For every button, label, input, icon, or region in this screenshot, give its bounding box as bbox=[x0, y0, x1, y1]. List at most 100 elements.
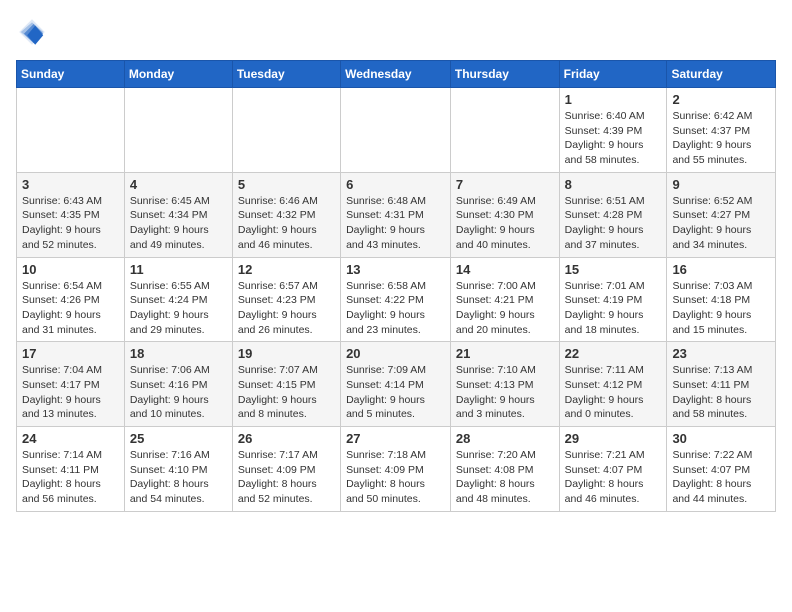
calendar-cell: 24 Sunrise: 7:14 AM Sunset: 4:11 PM Dayli… bbox=[17, 427, 125, 512]
calendar-cell: 20 Sunrise: 7:09 AM Sunset: 4:14 PM Dayli… bbox=[341, 342, 451, 427]
day-number: 6 bbox=[346, 177, 445, 192]
calendar-cell: 18 Sunrise: 7:06 AM Sunset: 4:16 PM Dayli… bbox=[124, 342, 232, 427]
day-number: 22 bbox=[565, 346, 662, 361]
calendar-week-5: 24 Sunrise: 7:14 AM Sunset: 4:11 PM Dayli… bbox=[17, 427, 776, 512]
day-info: Sunrise: 7:20 AM Sunset: 4:08 PM Dayligh… bbox=[456, 448, 554, 507]
calendar-cell: 6 Sunrise: 6:48 AM Sunset: 4:31 PM Daylig… bbox=[341, 172, 451, 257]
day-number: 5 bbox=[238, 177, 335, 192]
day-info: Sunrise: 7:00 AM Sunset: 4:21 PM Dayligh… bbox=[456, 279, 554, 338]
day-info: Sunrise: 6:46 AM Sunset: 4:32 PM Dayligh… bbox=[238, 194, 335, 253]
calendar-cell: 2 Sunrise: 6:42 AM Sunset: 4:37 PM Daylig… bbox=[667, 88, 776, 173]
day-info: Sunrise: 7:17 AM Sunset: 4:09 PM Dayligh… bbox=[238, 448, 335, 507]
calendar-cell: 26 Sunrise: 7:17 AM Sunset: 4:09 PM Dayli… bbox=[232, 427, 340, 512]
calendar-cell: 11 Sunrise: 6:55 AM Sunset: 4:24 PM Dayli… bbox=[124, 257, 232, 342]
calendar-cell: 7 Sunrise: 6:49 AM Sunset: 4:30 PM Daylig… bbox=[450, 172, 559, 257]
calendar-cell: 9 Sunrise: 6:52 AM Sunset: 4:27 PM Daylig… bbox=[667, 172, 776, 257]
calendar-cell: 4Sunrise: 6:45 AM Sunset: 4:34 PM Daylig… bbox=[124, 172, 232, 257]
day-info: Sunrise: 7:01 AM Sunset: 4:19 PM Dayligh… bbox=[565, 279, 662, 338]
day-info: Sunrise: 6:54 AM Sunset: 4:26 PM Dayligh… bbox=[22, 279, 119, 338]
day-number: 3 bbox=[22, 177, 119, 192]
day-number: 27 bbox=[346, 431, 445, 446]
day-info: Sunrise: 6:40 AM Sunset: 4:39 PM Dayligh… bbox=[565, 109, 662, 168]
day-info: Sunrise: 6:48 AM Sunset: 4:31 PM Dayligh… bbox=[346, 194, 445, 253]
day-number: 26 bbox=[238, 431, 335, 446]
calendar-cell: 17 Sunrise: 7:04 AM Sunset: 4:17 PM Dayli… bbox=[17, 342, 125, 427]
calendar-cell bbox=[17, 88, 125, 173]
calendar-cell: 27 Sunrise: 7:18 AM Sunset: 4:09 PM Dayli… bbox=[341, 427, 451, 512]
day-info: Sunrise: 7:04 AM Sunset: 4:17 PM Dayligh… bbox=[22, 363, 119, 422]
day-number: 19 bbox=[238, 346, 335, 361]
day-number: 11 bbox=[130, 262, 227, 277]
day-info: Sunrise: 7:03 AM Sunset: 4:18 PM Dayligh… bbox=[672, 279, 770, 338]
calendar-cell: 14Sunrise: 7:00 AM Sunset: 4:21 PM Dayli… bbox=[450, 257, 559, 342]
page-header bbox=[16, 16, 776, 48]
day-number: 30 bbox=[672, 431, 770, 446]
day-number: 21 bbox=[456, 346, 554, 361]
day-info: Sunrise: 6:52 AM Sunset: 4:27 PM Dayligh… bbox=[672, 194, 770, 253]
calendar-week-1: 1 Sunrise: 6:40 AM Sunset: 4:39 PM Daylig… bbox=[17, 88, 776, 173]
calendar-cell: 29 Sunrise: 7:21 AM Sunset: 4:07 PM Dayli… bbox=[559, 427, 667, 512]
day-number: 20 bbox=[346, 346, 445, 361]
calendar-cell: 23 Sunrise: 7:13 AM Sunset: 4:11 PM Dayli… bbox=[667, 342, 776, 427]
day-info: Sunrise: 7:18 AM Sunset: 4:09 PM Dayligh… bbox=[346, 448, 445, 507]
day-info: Sunrise: 7:06 AM Sunset: 4:16 PM Dayligh… bbox=[130, 363, 227, 422]
calendar-cell: 28Sunrise: 7:20 AM Sunset: 4:08 PM Dayli… bbox=[450, 427, 559, 512]
day-info: Sunrise: 7:09 AM Sunset: 4:14 PM Dayligh… bbox=[346, 363, 445, 422]
day-info: Sunrise: 7:21 AM Sunset: 4:07 PM Dayligh… bbox=[565, 448, 662, 507]
calendar-cell: 21Sunrise: 7:10 AM Sunset: 4:13 PM Dayli… bbox=[450, 342, 559, 427]
calendar-cell bbox=[450, 88, 559, 173]
day-header-tuesday: Tuesday bbox=[232, 61, 340, 88]
day-info: Sunrise: 7:13 AM Sunset: 4:11 PM Dayligh… bbox=[672, 363, 770, 422]
day-number: 8 bbox=[565, 177, 662, 192]
day-info: Sunrise: 6:57 AM Sunset: 4:23 PM Dayligh… bbox=[238, 279, 335, 338]
calendar-cell bbox=[232, 88, 340, 173]
day-header-saturday: Saturday bbox=[667, 61, 776, 88]
calendar-cell: 22Sunrise: 7:11 AM Sunset: 4:12 PM Dayli… bbox=[559, 342, 667, 427]
calendar-cell bbox=[341, 88, 451, 173]
day-number: 17 bbox=[22, 346, 119, 361]
day-info: Sunrise: 6:45 AM Sunset: 4:34 PM Dayligh… bbox=[130, 194, 227, 253]
day-number: 25 bbox=[130, 431, 227, 446]
calendar-cell: 8 Sunrise: 6:51 AM Sunset: 4:28 PM Daylig… bbox=[559, 172, 667, 257]
calendar-cell: 19Sunrise: 7:07 AM Sunset: 4:15 PM Dayli… bbox=[232, 342, 340, 427]
calendar-cell: 30 Sunrise: 7:22 AM Sunset: 4:07 PM Dayli… bbox=[667, 427, 776, 512]
day-info: Sunrise: 7:14 AM Sunset: 4:11 PM Dayligh… bbox=[22, 448, 119, 507]
day-info: Sunrise: 6:55 AM Sunset: 4:24 PM Dayligh… bbox=[130, 279, 227, 338]
day-header-wednesday: Wednesday bbox=[341, 61, 451, 88]
day-number: 15 bbox=[565, 262, 662, 277]
calendar-cell: 16 Sunrise: 7:03 AM Sunset: 4:18 PM Dayli… bbox=[667, 257, 776, 342]
day-number: 12 bbox=[238, 262, 335, 277]
day-info: Sunrise: 7:22 AM Sunset: 4:07 PM Dayligh… bbox=[672, 448, 770, 507]
calendar-cell: 5 Sunrise: 6:46 AM Sunset: 4:32 PM Daylig… bbox=[232, 172, 340, 257]
logo-icon bbox=[16, 16, 48, 48]
day-number: 9 bbox=[672, 177, 770, 192]
calendar-week-3: 10 Sunrise: 6:54 AM Sunset: 4:26 PM Dayli… bbox=[17, 257, 776, 342]
calendar-cell: 3 Sunrise: 6:43 AM Sunset: 4:35 PM Daylig… bbox=[17, 172, 125, 257]
calendar-table: SundayMondayTuesdayWednesdayThursdayFrid… bbox=[16, 60, 776, 512]
calendar-cell: 10 Sunrise: 6:54 AM Sunset: 4:26 PM Dayli… bbox=[17, 257, 125, 342]
calendar-cell: 25Sunrise: 7:16 AM Sunset: 4:10 PM Dayli… bbox=[124, 427, 232, 512]
day-header-sunday: Sunday bbox=[17, 61, 125, 88]
day-number: 10 bbox=[22, 262, 119, 277]
calendar-cell bbox=[124, 88, 232, 173]
day-number: 2 bbox=[672, 92, 770, 107]
day-number: 16 bbox=[672, 262, 770, 277]
day-info: Sunrise: 6:51 AM Sunset: 4:28 PM Dayligh… bbox=[565, 194, 662, 253]
calendar-week-2: 3 Sunrise: 6:43 AM Sunset: 4:35 PM Daylig… bbox=[17, 172, 776, 257]
day-info: Sunrise: 6:43 AM Sunset: 4:35 PM Dayligh… bbox=[22, 194, 119, 253]
calendar-cell: 13 Sunrise: 6:58 AM Sunset: 4:22 PM Dayli… bbox=[341, 257, 451, 342]
day-number: 24 bbox=[22, 431, 119, 446]
day-header-friday: Friday bbox=[559, 61, 667, 88]
day-number: 29 bbox=[565, 431, 662, 446]
calendar-cell: 1 Sunrise: 6:40 AM Sunset: 4:39 PM Daylig… bbox=[559, 88, 667, 173]
day-number: 7 bbox=[456, 177, 554, 192]
day-number: 18 bbox=[130, 346, 227, 361]
day-info: Sunrise: 6:42 AM Sunset: 4:37 PM Dayligh… bbox=[672, 109, 770, 168]
calendar-header-row: SundayMondayTuesdayWednesdayThursdayFrid… bbox=[17, 61, 776, 88]
day-info: Sunrise: 6:49 AM Sunset: 4:30 PM Dayligh… bbox=[456, 194, 554, 253]
day-number: 1 bbox=[565, 92, 662, 107]
day-number: 13 bbox=[346, 262, 445, 277]
day-header-thursday: Thursday bbox=[450, 61, 559, 88]
day-info: Sunrise: 6:58 AM Sunset: 4:22 PM Dayligh… bbox=[346, 279, 445, 338]
day-number: 23 bbox=[672, 346, 770, 361]
